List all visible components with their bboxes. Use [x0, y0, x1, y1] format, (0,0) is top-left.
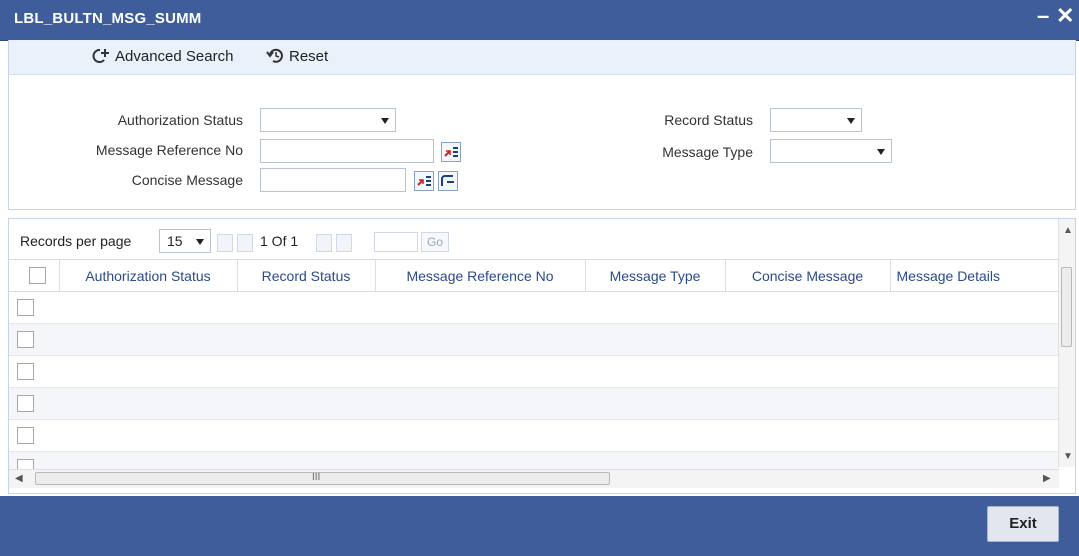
- column-header[interactable]: Record Status: [237, 259, 376, 292]
- results-table: Authorization Status Record Status Messa…: [9, 259, 1060, 484]
- message-type-label: Message Type: [662, 144, 753, 160]
- go-button[interactable]: Go: [421, 232, 449, 252]
- row-checkbox[interactable]: [17, 363, 34, 381]
- row-checkbox[interactable]: [17, 395, 34, 413]
- message-type-select[interactable]: [770, 139, 892, 163]
- pager: Records per page 15 1 Of 1 Go: [9, 219, 1059, 259]
- list-of-values-button[interactable]: [441, 142, 461, 162]
- advanced-search-icon: [92, 49, 109, 63]
- text-editor-button[interactable]: [438, 171, 458, 191]
- footer-bar: Exit: [0, 496, 1079, 556]
- advanced-search-label: Advanced Search: [115, 47, 234, 65]
- column-header[interactable]: Message Type: [585, 259, 726, 292]
- select-all-checkbox[interactable]: [29, 267, 47, 285]
- column-header[interactable]: Message Reference No: [375, 259, 586, 292]
- record-status-label: Record Status: [664, 112, 753, 128]
- message-reference-no-label: Message Reference No: [95, 142, 243, 158]
- table-row: [9, 323, 1059, 356]
- concise-message-label: Concise Message: [131, 172, 243, 188]
- first-page-button[interactable]: [217, 234, 233, 252]
- previous-page-button[interactable]: [237, 234, 253, 252]
- horizontal-scroll-thumb[interactable]: III: [35, 472, 610, 485]
- row-checkbox[interactable]: [17, 299, 34, 317]
- table-row: [9, 387, 1059, 420]
- table-row: [9, 419, 1059, 452]
- advanced-search-button[interactable]: Advanced Search: [91, 47, 233, 65]
- scroll-right-icon[interactable]: ▶: [1043, 473, 1051, 484]
- concise-message-input[interactable]: [260, 168, 406, 192]
- page-info: 1 Of 1: [260, 233, 299, 249]
- horizontal-scrollbar[interactable]: ◀ III ▶: [9, 469, 1059, 488]
- scroll-grip: III: [312, 472, 321, 483]
- message-reference-no-input[interactable]: [260, 139, 434, 163]
- column-header[interactable]: Concise Message: [725, 259, 891, 292]
- next-page-button[interactable]: [316, 234, 332, 252]
- concise-message-lov-button[interactable]: [414, 171, 434, 191]
- window-titlebar: LBL_BULTN_MSG_SUMM – ✕: [0, 0, 1079, 41]
- window-title: LBL_BULTN_MSG_SUMM: [14, 10, 202, 27]
- scroll-down-icon[interactable]: ▼: [1063, 451, 1073, 462]
- list-of-values-icon: [444, 147, 458, 157]
- column-header[interactable]: Message Details: [890, 259, 1060, 292]
- select-all-header: [9, 259, 60, 292]
- row-checkbox[interactable]: [17, 427, 34, 445]
- page-number-input[interactable]: [374, 232, 418, 252]
- chevron-down-icon: [381, 118, 389, 124]
- toolbar: Advanced Search Reset: [8, 40, 1076, 75]
- chevron-down-icon: [877, 149, 885, 155]
- records-per-page-select[interactable]: 15: [159, 229, 211, 253]
- close-button[interactable]: ✕: [1056, 4, 1074, 28]
- exit-button[interactable]: Exit: [987, 506, 1059, 542]
- chevron-down-icon: [196, 239, 204, 245]
- reset-label: Reset: [289, 47, 329, 65]
- table-row: [9, 355, 1059, 388]
- vertical-scroll-thumb[interactable]: [1061, 267, 1072, 347]
- list-of-values-icon: [417, 176, 431, 186]
- reset-button[interactable]: Reset: [265, 47, 328, 65]
- scroll-left-icon[interactable]: ◀: [15, 473, 23, 484]
- text-editor-icon: [441, 175, 454, 186]
- authorization-status-label: Authorization Status: [117, 112, 243, 128]
- vertical-scrollbar[interactable]: ▲ ▼: [1058, 219, 1075, 467]
- reset-icon: [266, 48, 283, 63]
- table-row: [9, 291, 1059, 324]
- record-status-select[interactable]: [770, 108, 862, 132]
- chevron-down-icon: [847, 118, 855, 124]
- search-panel: Authorization Status Message Reference N…: [8, 74, 1076, 210]
- authorization-status-select[interactable]: [260, 108, 396, 132]
- results-grid: Records per page 15 1 Of 1 Go Authorizat…: [8, 218, 1076, 494]
- minimize-button[interactable]: –: [1037, 4, 1049, 28]
- column-header[interactable]: Authorization Status: [59, 259, 238, 292]
- records-per-page-label: Records per page: [20, 233, 132, 249]
- scroll-up-icon[interactable]: ▲: [1063, 225, 1073, 236]
- table-header-row: Authorization Status Record Status Messa…: [9, 259, 1060, 292]
- row-checkbox[interactable]: [17, 331, 34, 349]
- last-page-button[interactable]: [336, 234, 352, 252]
